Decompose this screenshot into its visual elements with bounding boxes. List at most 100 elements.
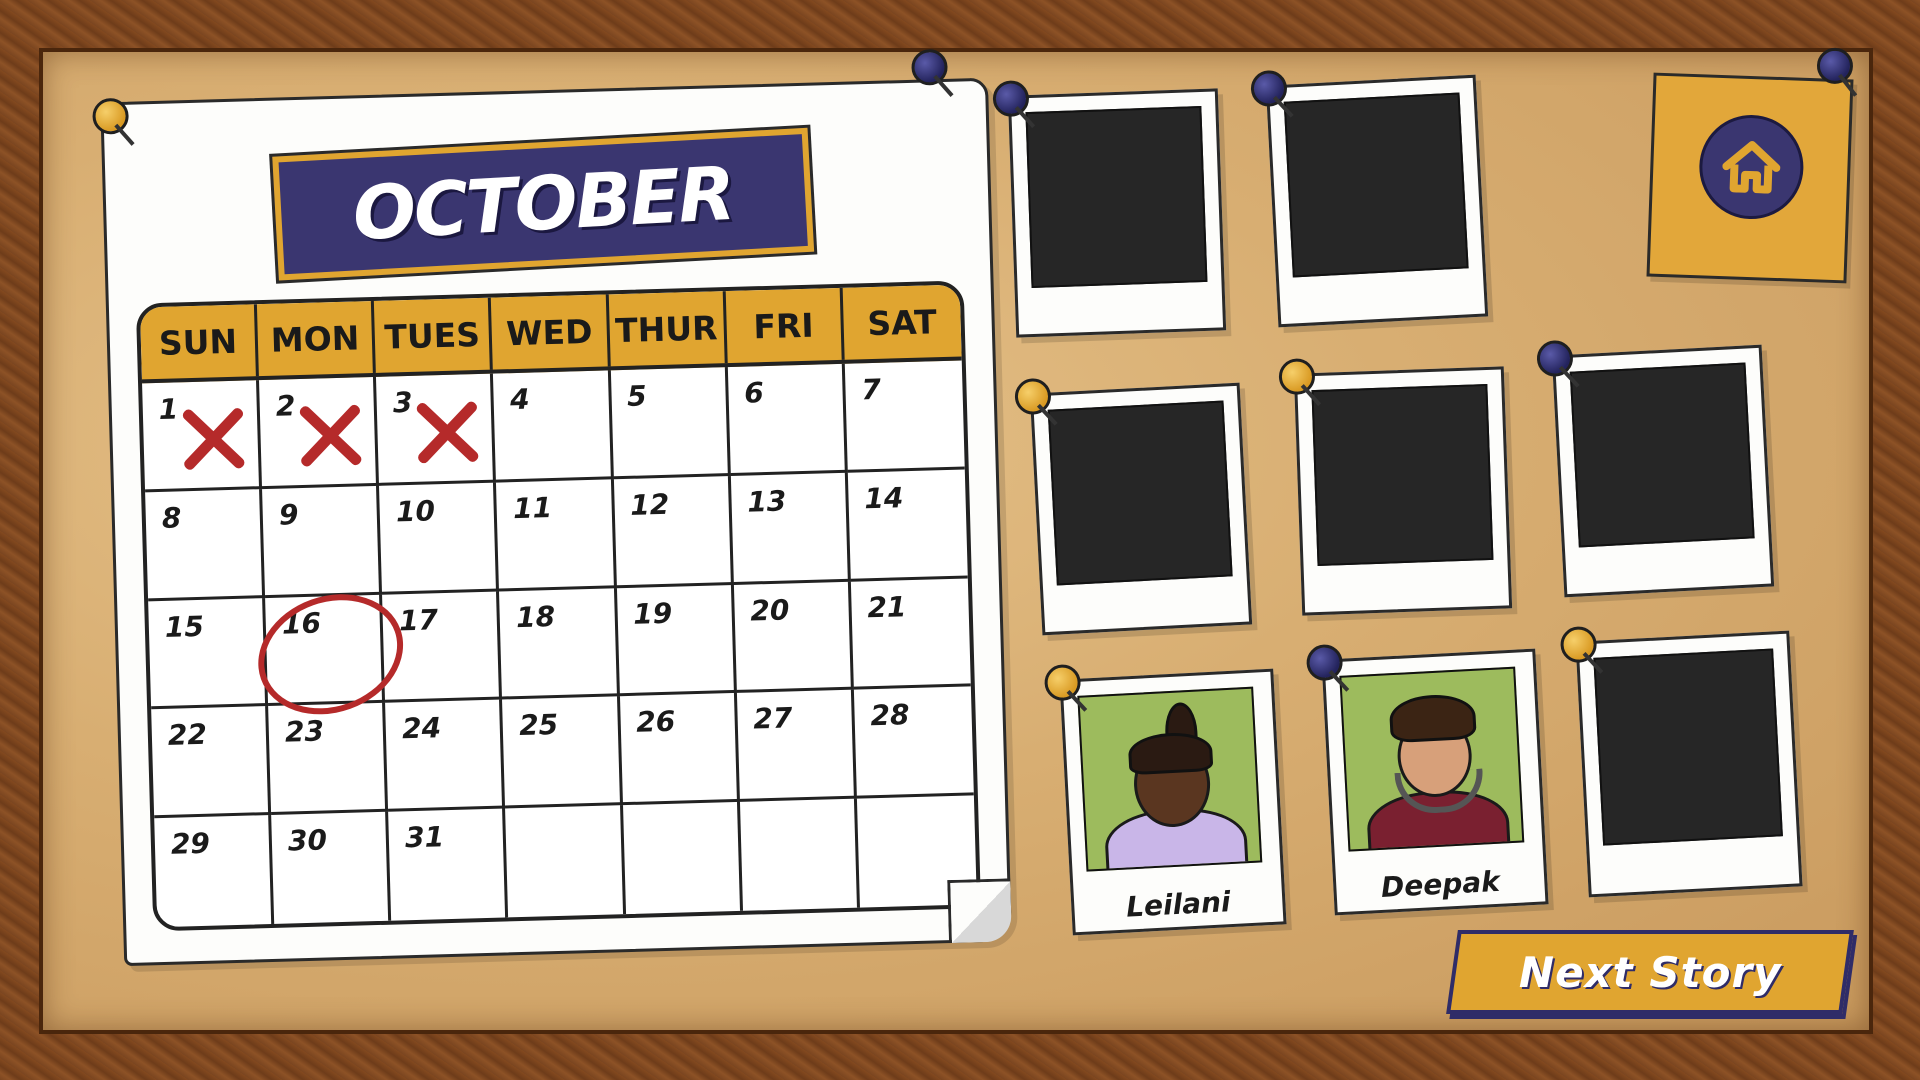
day-number: 20 xyxy=(749,593,790,628)
photo-slot-1[interactable] xyxy=(992,80,1227,338)
calendar-day-cell: 9 xyxy=(262,485,383,598)
next-story-button[interactable]: Next Story xyxy=(1446,930,1854,1014)
photo-slot-4[interactable] xyxy=(1278,358,1513,616)
calendar-day-cell: 18 xyxy=(499,587,620,700)
day-number: 31 xyxy=(404,820,445,855)
calendar-day-cell: 17 xyxy=(382,591,503,704)
day-number: 10 xyxy=(395,494,436,529)
day-header-wed: WED xyxy=(491,294,611,370)
day-header-thur: THUR xyxy=(608,291,728,367)
curly-hair xyxy=(1388,692,1477,744)
photo-caption: Deepak xyxy=(1380,864,1501,904)
pin-navy-icon xyxy=(1816,47,1854,85)
photo-slot-deepak[interactable]: Deepak xyxy=(1305,643,1549,916)
day-number: 2 xyxy=(275,389,296,423)
calendar-day-cell: 25 xyxy=(502,696,623,809)
day-number: 6 xyxy=(743,376,765,410)
calendar-day-cell: 20 xyxy=(733,581,854,694)
calendar-day-cell: 23 xyxy=(268,703,389,816)
calendar-day-cell: 29 xyxy=(154,815,275,928)
day-number: 22 xyxy=(167,718,208,753)
day-number: 25 xyxy=(518,708,559,743)
day-number: 29 xyxy=(170,826,211,861)
calendar-day-cell: 15 xyxy=(148,597,269,710)
pin-gold-icon xyxy=(1014,377,1052,416)
day-number: 24 xyxy=(401,711,442,746)
photo-slot-8[interactable] xyxy=(1559,625,1803,898)
calendar-grid: SUN MON TUES WED THUR FRI SAT 1234567891… xyxy=(135,280,982,932)
day-number: 28 xyxy=(870,698,910,733)
calendar-empty-cell xyxy=(622,802,743,915)
calendar-day-cell: 6 xyxy=(727,363,848,476)
calendar-day-cell: 14 xyxy=(847,469,968,582)
photo-slot-3[interactable] xyxy=(1014,377,1253,636)
empty-photo xyxy=(1283,92,1469,278)
day-header-tues: TUES xyxy=(374,297,494,373)
day-number: 17 xyxy=(398,602,439,637)
page-curl xyxy=(947,878,1012,944)
cross-out-mark-icon xyxy=(177,403,249,475)
character-portrait-leilani xyxy=(1077,686,1263,872)
empty-photo xyxy=(1311,383,1494,567)
pin-gold-icon xyxy=(1559,625,1598,664)
empty-photo xyxy=(1569,362,1755,548)
day-number: 26 xyxy=(635,705,676,740)
calendar-empty-cell xyxy=(739,798,860,911)
calendar-day-cell: 7 xyxy=(844,360,965,473)
empty-photo xyxy=(1047,400,1233,586)
home-button[interactable] xyxy=(1697,113,1806,221)
pin-navy-icon xyxy=(1536,339,1574,378)
empty-photo xyxy=(1593,648,1783,846)
day-number: 19 xyxy=(632,596,673,631)
calendar-day-cell: 8 xyxy=(145,488,266,601)
calendar-day-cell: 4 xyxy=(493,370,614,483)
day-number: 27 xyxy=(752,701,793,736)
calendar-day-cell: 3 xyxy=(376,373,497,486)
home-sticky-note xyxy=(1646,47,1854,284)
photo-slot-2[interactable] xyxy=(1250,69,1489,328)
day-number: 18 xyxy=(515,599,556,634)
day-number: 7 xyxy=(860,372,882,407)
calendar-day-cell: 30 xyxy=(271,811,392,924)
pin-gold-icon xyxy=(1278,358,1316,396)
pin-navy-icon xyxy=(1305,643,1344,682)
day-number: 1 xyxy=(158,392,179,426)
calendar-day-cell: 21 xyxy=(850,578,971,691)
day-number: 21 xyxy=(866,589,907,624)
day-number: 12 xyxy=(629,487,670,522)
cross-out-mark-icon xyxy=(411,396,483,468)
day-header-sat: SAT xyxy=(866,301,938,343)
day-number: 30 xyxy=(287,823,328,858)
calendar-day-cell: 26 xyxy=(619,693,740,806)
calendar: OCTOBER SUN MON TUES WED THUR FRI SAT 12… xyxy=(92,48,1012,967)
day-header-fri: FRI xyxy=(725,287,845,364)
day-header-mon: MON xyxy=(257,300,377,377)
day-number: 14 xyxy=(863,481,904,516)
month-title: OCTOBER xyxy=(350,150,736,258)
photo-caption: Leilani xyxy=(1125,885,1232,924)
day-number: 4 xyxy=(509,382,531,417)
calendar-day-cell: 16 xyxy=(241,574,420,734)
day-number: 3 xyxy=(392,385,413,420)
character-portrait-deepak xyxy=(1339,666,1525,852)
next-story-label: Next Story xyxy=(1518,947,1782,997)
day-number: 11 xyxy=(512,490,553,525)
day-number: 15 xyxy=(164,609,205,644)
calendar-day-cell: 12 xyxy=(613,475,734,588)
calendar-day-cell: 24 xyxy=(385,699,506,812)
photo-slot-5[interactable] xyxy=(1536,339,1775,598)
calendar-day-cell: 28 xyxy=(853,686,974,799)
calendar-day-cell: 1 xyxy=(142,380,263,493)
calendar-day-cell: 31 xyxy=(388,808,509,921)
calendar-day-cell: 22 xyxy=(151,706,272,819)
day-number: 9 xyxy=(278,497,299,532)
calendar-day-cell: 5 xyxy=(610,367,731,480)
day-number: 13 xyxy=(746,484,787,519)
calendar-day-cell: 13 xyxy=(730,472,851,585)
pin-gold-icon xyxy=(1043,663,1082,702)
calendar-days: 1 2 3 4 5 6 7 8 9 10 11 12 13 14 15 16 17 18 19 20 21 22 23 24 2… xyxy=(142,360,977,928)
photo-slot-leilani[interactable]: Leilani xyxy=(1043,663,1287,936)
calendar-day-cell: 19 xyxy=(616,584,737,697)
game-screen: OCTOBER SUN MON TUES WED THUR FRI SAT 12… xyxy=(0,0,1920,1080)
home-icon xyxy=(1722,141,1781,194)
